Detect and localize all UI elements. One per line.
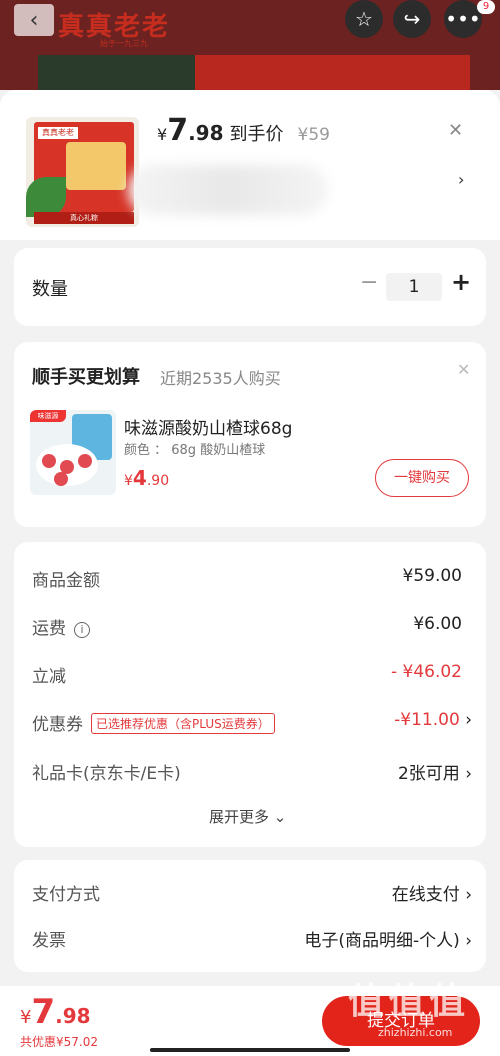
message-count-badge: 9 [477, 0, 495, 14]
payment-method-value: 在线支付 [391, 885, 460, 905]
price-int: 7 [31, 992, 56, 1032]
expand-more-label: 展开更多 [209, 808, 270, 826]
shipping-label: 运费 [32, 619, 66, 639]
increase-button[interactable]: + [451, 268, 471, 296]
price-dec: .98 [55, 1004, 91, 1028]
watermark-url: zhizhizhi.com [378, 1026, 453, 1039]
back-arrow-icon: ‹ [29, 7, 39, 33]
upsell-title: 顺手买更划算 [32, 367, 140, 388]
close-icon[interactable]: ✕ [448, 120, 463, 141]
blurred-spec-selector[interactable] [128, 165, 328, 215]
price-symbol: ¥ [124, 473, 133, 489]
chevron-right-icon: › [465, 931, 472, 951]
product-hero-background: 真真老老 始于一九三九 ‹ ☆ ↪ ••• 9 [0, 0, 500, 90]
info-icon[interactable]: i [74, 622, 90, 638]
favorite-button[interactable]: ☆ [345, 0, 383, 38]
goods-amount-row: 商品金额 ¥59.00 [32, 566, 472, 596]
quantity-card: 数量 − 1 + [14, 248, 486, 326]
chevron-down-icon: ⌄ [273, 808, 287, 826]
watermark-logo: 值 值 值 [348, 981, 465, 1022]
upsell-item-name[interactable]: 味滋源酸奶山楂球68g [124, 414, 292, 439]
price-int: 4 [132, 466, 147, 490]
upsell-item-attributes: 颜色 ： 68g 酸奶山楂球 [124, 443, 266, 458]
share-button[interactable]: ↪ [393, 0, 431, 38]
discount-label: 立减 [32, 667, 66, 687]
discount-row: 立减 - ¥46.02 [32, 662, 472, 692]
checkout-bar: ¥7.98 共优惠¥57.02 提交订单 值 值 值 zhizhizhi.com [0, 981, 500, 1056]
payment-card: 支付方式 在线支付 › 发票 电子(商品明细-个人) › [14, 860, 486, 972]
shipping-value: ¥6.00 [413, 614, 462, 634]
final-price: ¥7.98 到手价 ¥59 [157, 113, 330, 148]
price-int: 7 [167, 113, 189, 148]
goods-amount-label: 商品金额 [32, 571, 100, 591]
coupon-label: 优惠券 [32, 715, 83, 735]
goods-amount-value: ¥59.00 [402, 566, 462, 586]
back-button[interactable]: ‹ [14, 4, 54, 36]
payment-method-label: 支付方式 [32, 885, 100, 905]
upsell-product-image[interactable]: 味滋源 [30, 410, 116, 495]
one-click-buy-button[interactable]: 一键购买 [375, 459, 469, 497]
invoice-label: 发票 [32, 931, 66, 951]
quantity-label: 数量 [32, 279, 68, 300]
price-symbol: ¥ [20, 1007, 32, 1028]
product-thumbnail[interactable]: 真真老老 真心礼粽 [26, 117, 139, 227]
giftcard-label: 礼品卡(京东卡/E卡) [32, 764, 181, 784]
hero-green-panel [38, 55, 195, 90]
brand-tagline: 始于一九三九 [100, 39, 148, 48]
chevron-right-icon: › [465, 710, 472, 730]
payment-method-row[interactable]: 支付方式 在线支付 › [32, 880, 472, 910]
gift-box-scene [66, 142, 126, 190]
hawthorn-ball [54, 472, 68, 486]
upsell-price: ¥4.90 [124, 466, 169, 490]
order-sheet: 真真老老 真心礼粽 ¥7.98 到手价 ¥59 ✕ › 数量 − 1 + 顺手买更划… [0, 90, 500, 1056]
giftcard-value: 2张可用 [397, 764, 460, 784]
share-icon: ↪ [403, 7, 421, 31]
decrease-button[interactable]: − [360, 270, 378, 295]
invoice-row[interactable]: 发票 电子(商品明细-个人) › [32, 926, 472, 956]
upsell-card: 顺手买更划算 近期2535人购买 ✕ 味滋源 味滋源酸奶山楂球68g 颜色 ： … [14, 342, 486, 527]
coupon-tag: 已选推荐优惠（含PLUS运费券） [91, 713, 275, 734]
giftcard-row[interactable]: 礼品卡(京东卡/E卡) 2张可用 › [32, 759, 472, 789]
coupon-row[interactable]: 优惠券 已选推荐优惠（含PLUS运费券） -¥11.00 › [32, 710, 472, 740]
upsell-subtitle: 近期2535人购买 [160, 369, 281, 388]
hero-red-panel [195, 55, 470, 90]
total-price: ¥7.98 [20, 992, 91, 1032]
fee-breakdown-card: 商品金额 ¥59.00 运费 i ¥6.00 立减 - ¥46.02 优惠券 已选推… [14, 542, 486, 847]
quantity-input[interactable]: 1 [386, 273, 442, 301]
price-label: 到手价 [229, 124, 284, 145]
star-icon: ☆ [355, 7, 373, 31]
zongzi-leaf [26, 177, 66, 217]
home-indicator[interactable] [150, 1048, 350, 1052]
more-dots-icon: ••• [445, 7, 481, 31]
total-savings: 共优惠¥57.02 [20, 1035, 98, 1049]
chevron-right-icon: › [465, 764, 472, 784]
gift-box-ribbon: 真心礼粽 [34, 212, 134, 224]
discount-value: - ¥46.02 [390, 662, 462, 682]
price-symbol: ¥ [157, 125, 168, 144]
gift-box-label: 真真老老 [38, 127, 78, 139]
product-summary: 真真老老 真心礼粽 ¥7.98 到手价 ¥59 ✕ › [0, 90, 500, 240]
chevron-right-icon: › [465, 885, 472, 905]
hawthorn-ball [78, 454, 92, 468]
price-dec: .90 [146, 473, 170, 489]
hawthorn-ball [42, 454, 56, 468]
original-price: ¥59 [297, 125, 330, 145]
invoice-value: 电子(商品明细-个人) [304, 931, 460, 951]
shipping-row: 运费 i ¥6.00 [32, 614, 472, 644]
coupon-value: -¥11.00 [394, 710, 460, 730]
price-dec: .98 [188, 121, 224, 145]
expand-more-button[interactable]: 展开更多 ⌄ [209, 806, 286, 827]
close-icon[interactable]: ✕ [457, 360, 470, 379]
chevron-right-icon[interactable]: › [458, 170, 464, 189]
brand-tag: 味滋源 [30, 410, 66, 422]
